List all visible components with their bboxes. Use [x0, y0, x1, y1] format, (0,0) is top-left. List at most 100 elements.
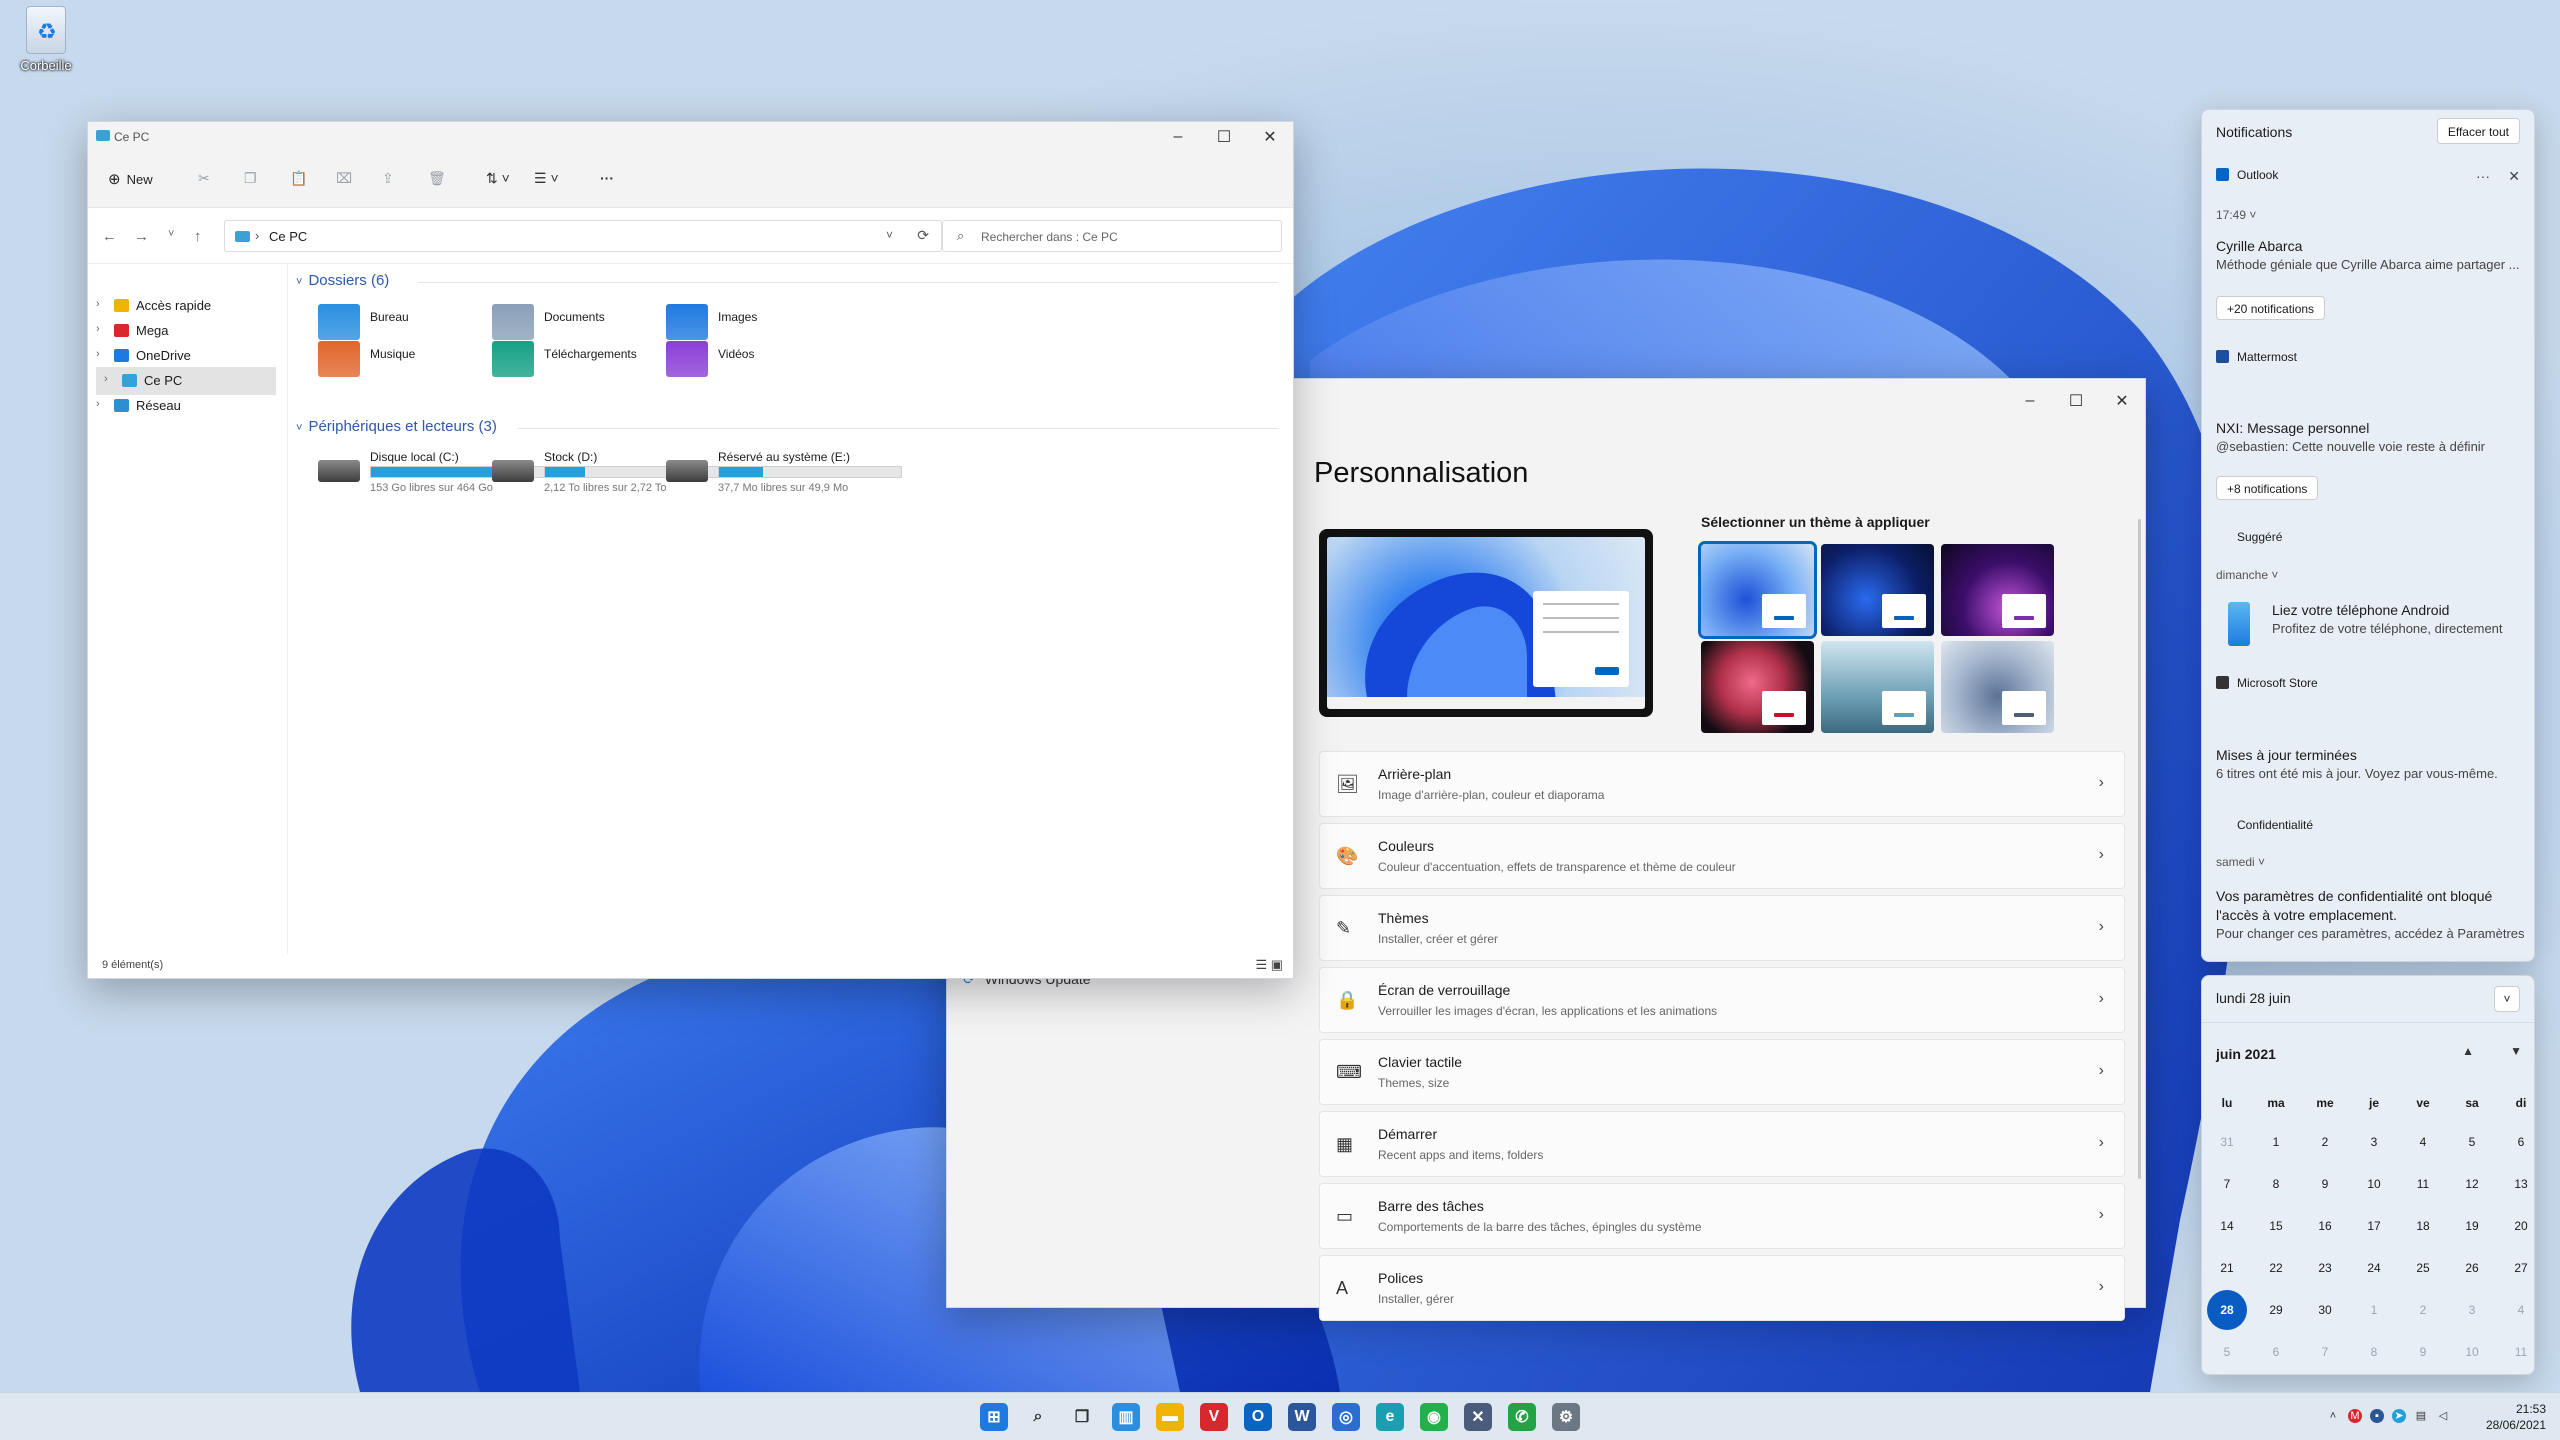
settings-row-arriere-plan[interactable]: 🖼 Arrière-plan Image d'arrière-plan, coule…: [1319, 751, 2125, 817]
settings-icon[interactable]: ⚙: [1552, 1403, 1580, 1431]
folders-group-header[interactable]: ˅ Dossiers (6): [296, 272, 389, 289]
start-icon[interactable]: ⊞: [980, 1403, 1008, 1431]
settings-row-demarrer[interactable]: ▦ Démarrer Recent apps and items, folders ›: [1319, 1111, 2125, 1177]
outlook-more-button[interactable]: +20 notifications: [2216, 296, 2326, 320]
rename-icon[interactable]: ⌧: [336, 170, 352, 187]
dismiss-icon[interactable]: ✕: [2508, 168, 2520, 185]
tray-app-icon[interactable]: ▪: [2370, 1409, 2384, 1423]
address-bar[interactable]: › Ce PC ˅ ⟳: [224, 220, 942, 252]
calendar-day[interactable]: 21: [2204, 1248, 2250, 1288]
settings-row-couleurs[interactable]: 🎨 Couleurs Couleur d'accentuation, effets …: [1319, 823, 2125, 889]
outlook-time[interactable]: 17:49 ˅: [2216, 208, 2256, 222]
calendar-day[interactable]: 26: [2449, 1248, 2495, 1288]
whatsapp-icon[interactable]: ✆: [1508, 1403, 1536, 1431]
calendar-day[interactable]: 25: [2400, 1248, 2446, 1288]
minimize-button[interactable]: –: [1155, 122, 1201, 152]
sidebar-item-acces-rapide[interactable]: › Accès rapide: [88, 292, 288, 320]
calendar-day[interactable]: 14: [2204, 1206, 2250, 1246]
drives-group-header[interactable]: ˅ Périphériques et lecteurs (3): [296, 418, 497, 435]
calendar-day[interactable]: 3: [2449, 1290, 2495, 1330]
theme-tile-dark[interactable]: [1821, 544, 1934, 636]
calendar-day[interactable]: 9: [2400, 1332, 2446, 1372]
view-toggle-icons[interactable]: ☰ ▣: [1255, 957, 1283, 973]
calendar-day[interactable]: 1: [2351, 1290, 2397, 1330]
calendar-day[interactable]: 11: [2400, 1164, 2446, 1204]
tray-telegram-icon[interactable]: ➤: [2392, 1409, 2406, 1423]
theme-tile-glow[interactable]: [1941, 544, 2054, 636]
calendar-day[interactable]: 10: [2351, 1164, 2397, 1204]
recent-chevron-icon[interactable]: ˅: [168, 228, 174, 240]
expand-chevron-icon[interactable]: ›: [104, 373, 108, 385]
calendar-day[interactable]: 31: [2204, 1122, 2250, 1162]
sidebar-item-reseau[interactable]: › Réseau: [88, 392, 288, 420]
word-icon[interactable]: W: [1288, 1403, 1316, 1431]
calendar-day[interactable]: 15: [2253, 1206, 2299, 1246]
theme-tile-flower[interactable]: [1701, 641, 1814, 733]
calendar-day-today[interactable]: 28: [2204, 1290, 2250, 1330]
calendar-day[interactable]: 29: [2253, 1290, 2299, 1330]
calendar-day[interactable]: 18: [2400, 1206, 2446, 1246]
calendar-day[interactable]: 19: [2449, 1206, 2495, 1246]
sort-button[interactable]: ⇅ ˅: [486, 170, 510, 187]
edge-icon[interactable]: e: [1376, 1403, 1404, 1431]
calendar-day[interactable]: 7: [2302, 1332, 2348, 1372]
paste-icon[interactable]: 📋: [290, 170, 307, 187]
sidebar-item-onedrive[interactable]: › OneDrive: [88, 342, 288, 370]
privacy-time[interactable]: samedi ˅: [2216, 855, 2265, 869]
file-explorer-icon[interactable]: ▬: [1156, 1403, 1184, 1431]
minimize-button[interactable]: –: [2007, 379, 2053, 423]
calendar-day[interactable]: 20: [2498, 1206, 2544, 1246]
show-hidden-icons-chevron[interactable]: ˄: [2326, 1409, 2340, 1423]
calendar-day[interactable]: 22: [2253, 1248, 2299, 1288]
suggested-time[interactable]: dimanche ˅: [2216, 568, 2278, 582]
app-green-icon[interactable]: ◉: [1420, 1403, 1448, 1431]
back-arrow-icon[interactable]: ←: [102, 228, 117, 245]
settings-row-ecran-de-verrouillage[interactable]: 🔒 Écran de verrouillage Verrouiller les im…: [1319, 967, 2125, 1033]
up-arrow-icon[interactable]: ↑: [194, 228, 202, 245]
calendar-day[interactable]: 12: [2449, 1164, 2495, 1204]
expand-chevron-icon[interactable]: ›: [96, 398, 100, 410]
calendar-day[interactable]: 8: [2351, 1332, 2397, 1372]
calendar-day[interactable]: 2: [2400, 1290, 2446, 1330]
more-options-icon[interactable]: ···: [600, 170, 614, 186]
cut-icon[interactable]: ✂: [198, 170, 210, 187]
recycle-bin-icon[interactable]: Corbeille: [14, 6, 78, 73]
calendar-day[interactable]: 7: [2204, 1164, 2250, 1204]
mattermost-more-button[interactable]: +8 notifications: [2216, 476, 2319, 500]
maximize-button[interactable]: ☐: [2053, 379, 2099, 423]
search-input[interactable]: ⌕ Rechercher dans : Ce PC: [942, 220, 1282, 252]
calendar-day[interactable]: 16: [2302, 1206, 2348, 1246]
previous-month-icon[interactable]: ▲: [2462, 1044, 2474, 1058]
sidebar-item-ce-pc[interactable]: › Ce PC: [96, 367, 276, 395]
calendar-day[interactable]: 23: [2302, 1248, 2348, 1288]
clear-all-button[interactable]: Effacer tout: [2436, 118, 2520, 144]
calendar-day[interactable]: 1: [2253, 1122, 2299, 1162]
close-button[interactable]: ✕: [2099, 379, 2145, 423]
calendar-day[interactable]: 11: [2498, 1332, 2544, 1372]
theme-tile-light[interactable]: [1698, 541, 1817, 639]
address-dropdown-icon[interactable]: ˅: [886, 228, 893, 242]
delete-icon[interactable]: 🗑: [428, 170, 446, 187]
calendar-day[interactable]: 2: [2302, 1122, 2348, 1162]
new-button[interactable]: ⊕ New: [108, 170, 153, 188]
calendar-day[interactable]: 5: [2204, 1332, 2250, 1372]
next-month-icon[interactable]: ▼: [2510, 1044, 2522, 1058]
theme-tile-lake[interactable]: [1821, 641, 1934, 733]
calendar-day[interactable]: 24: [2351, 1248, 2397, 1288]
calendar-day[interactable]: 30: [2302, 1290, 2348, 1330]
calendar-day[interactable]: 10: [2449, 1332, 2495, 1372]
expand-chevron-icon[interactable]: ›: [96, 298, 100, 310]
calendar-day[interactable]: 9: [2302, 1164, 2348, 1204]
volume-icon[interactable]: ◁: [2436, 1409, 2450, 1423]
task-view-icon[interactable]: ❐: [1068, 1403, 1096, 1431]
network-icon[interactable]: ▤: [2414, 1409, 2428, 1423]
copy-icon[interactable]: ❐: [244, 170, 257, 187]
calendar-day[interactable]: 6: [2498, 1122, 2544, 1162]
view-button[interactable]: ☰ ˅: [534, 170, 559, 187]
forward-arrow-icon[interactable]: →: [134, 228, 149, 245]
refresh-icon[interactable]: ⟳: [917, 227, 929, 244]
vivaldi-icon[interactable]: V: [1200, 1403, 1228, 1431]
settings-scrollbar[interactable]: [2138, 519, 2141, 1179]
settings-row-clavier-tactile[interactable]: ⌨ Clavier tactile Themes, size ›: [1319, 1039, 2125, 1105]
calendar-day[interactable]: 4: [2498, 1290, 2544, 1330]
